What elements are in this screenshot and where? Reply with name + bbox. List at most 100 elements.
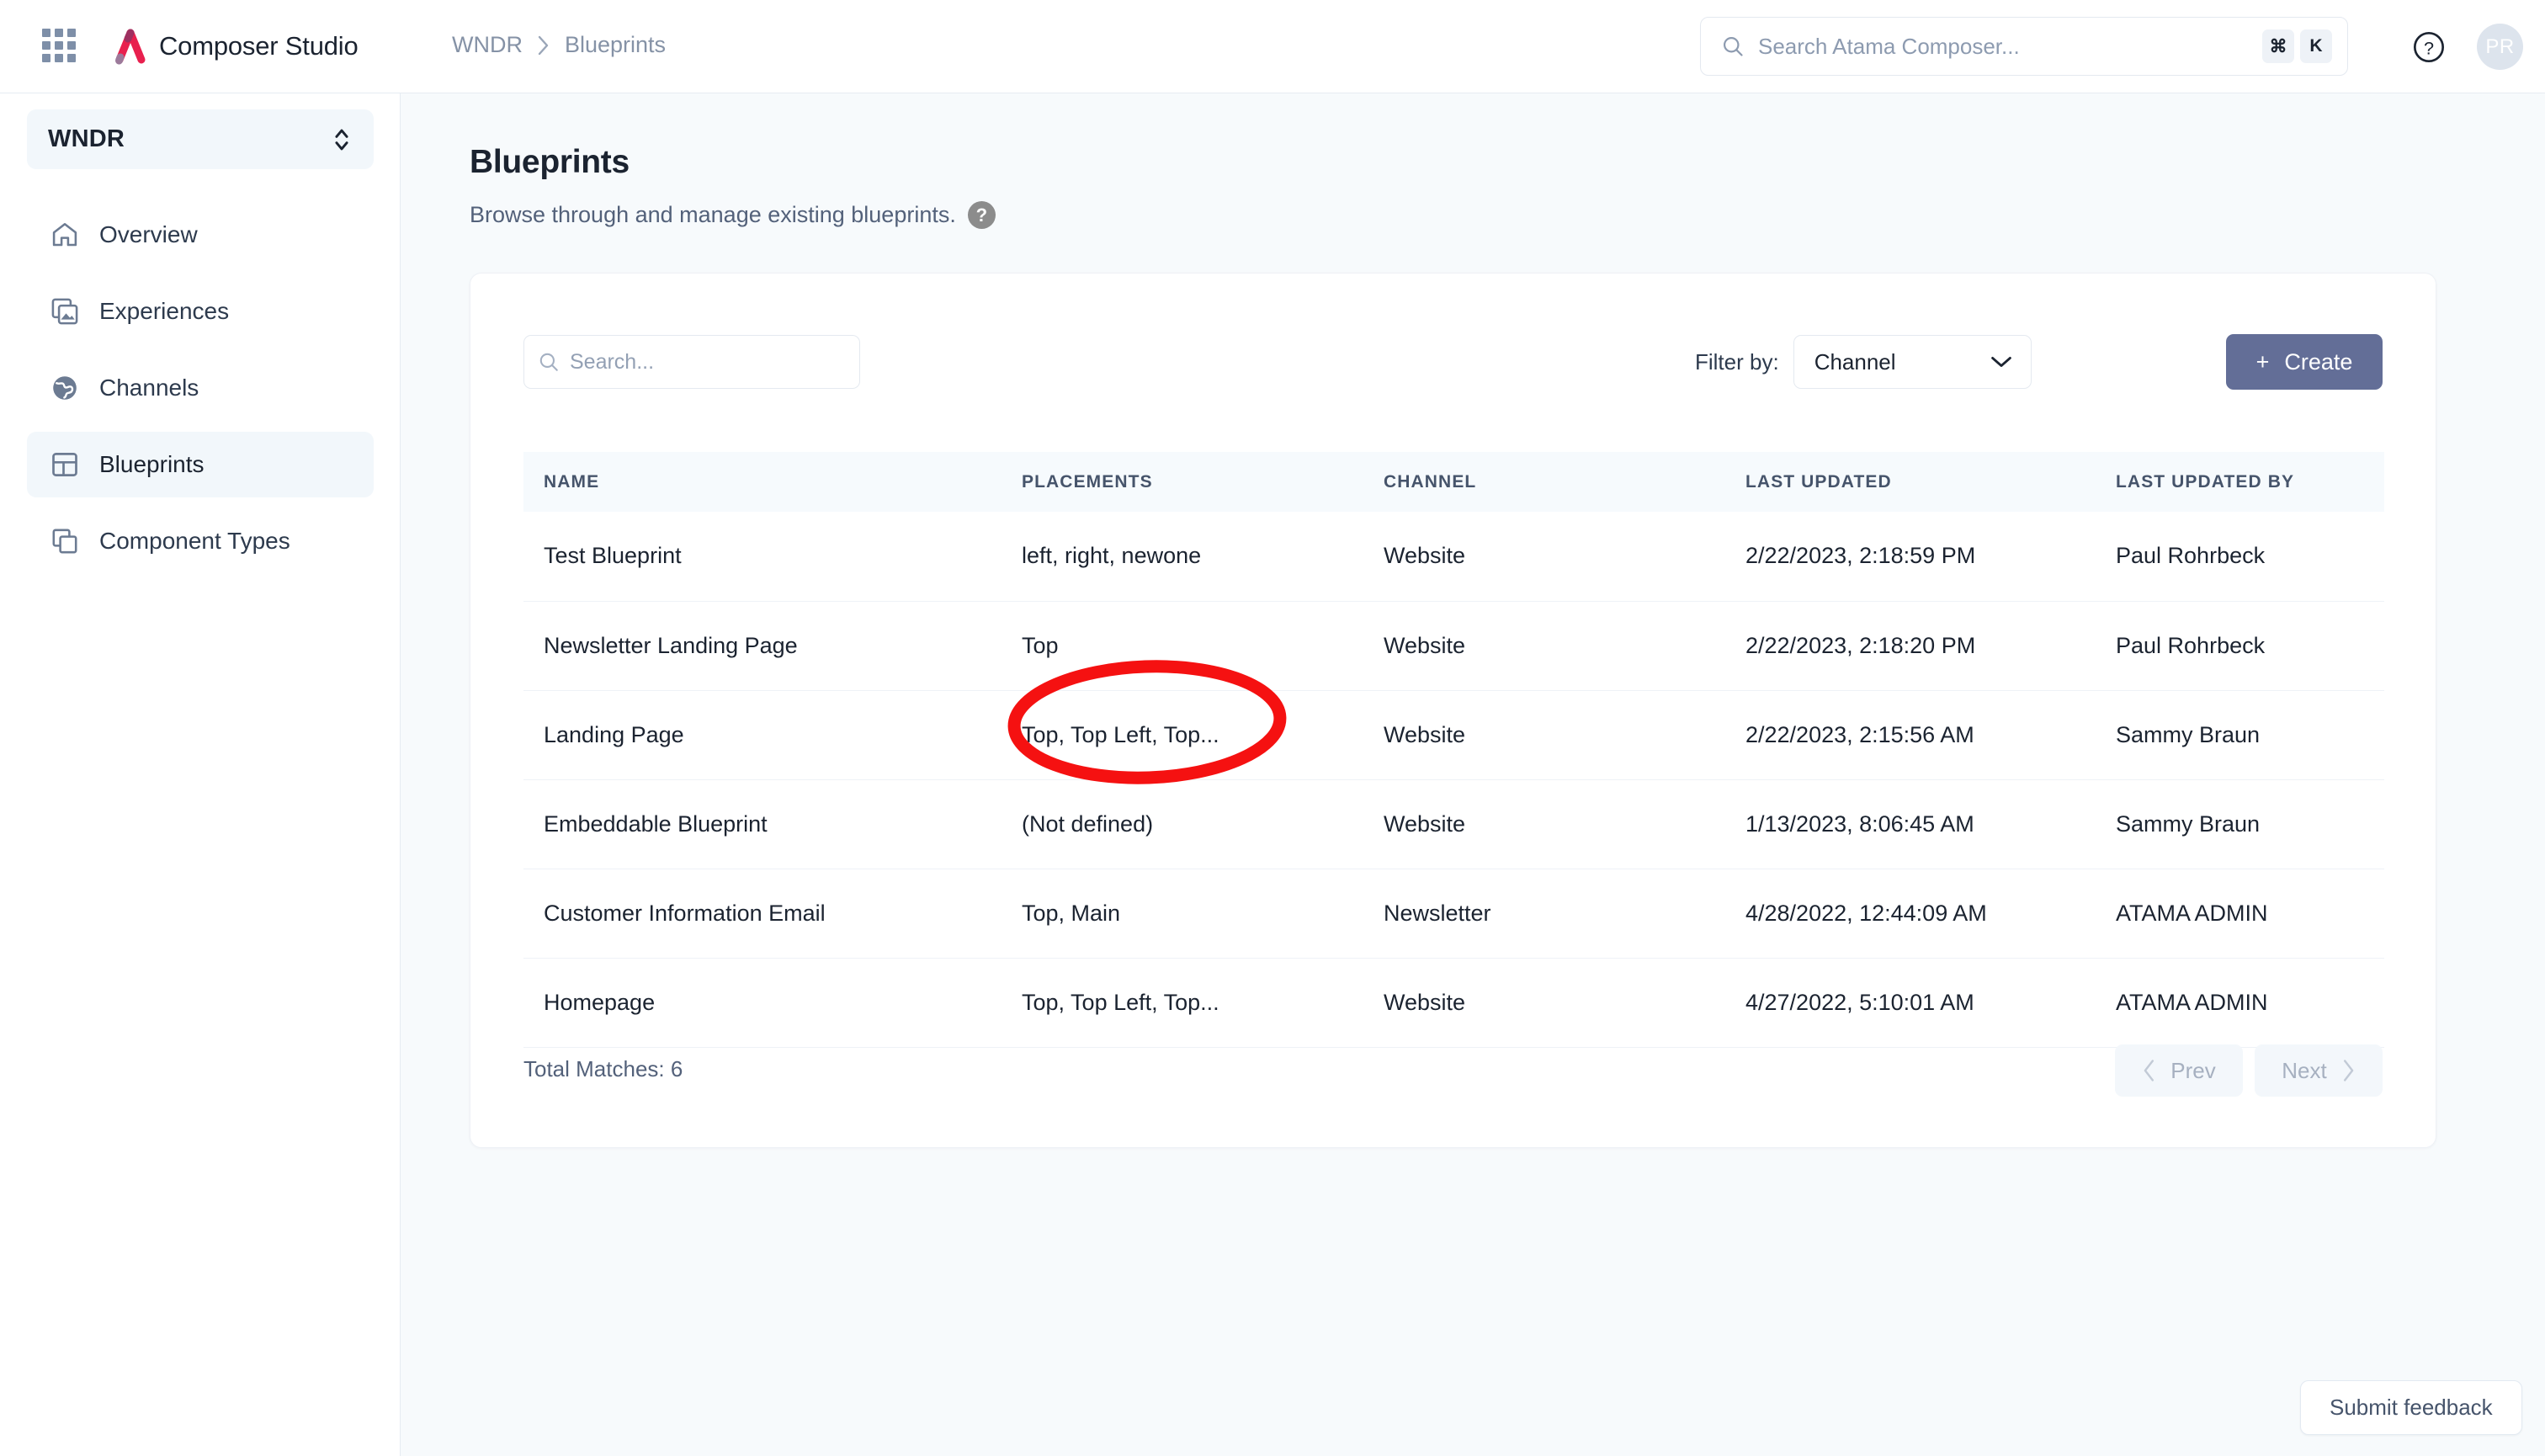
chevron-down-icon <box>1990 357 2011 367</box>
table-row[interactable]: Customer Information Email Top, Main New… <box>523 869 2384 959</box>
cell-channel: Newsletter <box>1363 869 1725 959</box>
blueprints-table: NAME PLACEMENTS CHANNEL LAST UPDATED LAS… <box>523 452 2384 1048</box>
cell-placements: Top <box>1002 601 1363 691</box>
apps-grid-dot <box>55 29 63 37</box>
cell-name[interactable]: Customer Information Email <box>523 869 1002 959</box>
sidebar-nav: Overview Experiences Channels Blueprints… <box>27 202 374 585</box>
apps-grid-dot <box>55 41 63 50</box>
table-row[interactable]: Landing Page Top, Top Left, Top... Websi… <box>523 690 2384 780</box>
create-button[interactable]: + Create <box>2226 334 2383 390</box>
cell-name[interactable]: Embeddable Blueprint <box>523 779 1002 869</box>
sidebar-item-component-types[interactable]: Component Types <box>27 508 374 574</box>
cell-placements: Top, Main <box>1002 869 1363 959</box>
breadcrumb-item-blueprints[interactable]: Blueprints <box>565 32 666 58</box>
copy-icon <box>47 523 82 559</box>
cell-name[interactable]: Landing Page <box>523 690 1002 780</box>
total-matches: Total Matches: 6 <box>523 1056 683 1081</box>
cell-name[interactable]: Test Blueprint <box>523 512 1002 602</box>
search-icon <box>1723 36 1743 56</box>
column-header-placements[interactable]: PLACEMENTS <box>1002 452 1363 512</box>
sidebar-item-label: Component Types <box>99 528 290 554</box>
cell-last-updated: 2/22/2023, 2:15:56 AM <box>1725 690 2096 780</box>
next-page-label: Next <box>2282 1057 2327 1083</box>
table-row[interactable]: Test Blueprint left, right, newone Websi… <box>523 512 2384 602</box>
cell-last-updated: 2/22/2023, 2:18:20 PM <box>1725 601 2096 691</box>
table-row[interactable]: Newsletter Landing Page Top Website 2/22… <box>523 601 2384 691</box>
page-description: Browse through and manage existing bluep… <box>470 201 996 229</box>
breadcrumb-item-wndr[interactable]: WNDR <box>452 32 523 58</box>
brand-name: Composer Studio <box>159 31 359 61</box>
global-search[interactable]: ⌘ K <box>1700 17 2348 76</box>
cell-placements: left, right, newone <box>1002 512 1363 602</box>
cell-name[interactable]: Newsletter Landing Page <box>523 601 1002 691</box>
shortcut-k-key[interactable]: K <box>2300 29 2332 63</box>
column-header-name[interactable]: NAME <box>523 452 1002 512</box>
cell-placements: Top, Top Left, Top... <box>1002 690 1363 780</box>
page-title: Blueprints <box>470 144 630 180</box>
table-footer: Total Matches: 6 Prev Next <box>470 1004 2436 1147</box>
apps-grid-dot <box>42 29 50 37</box>
org-name: WNDR <box>48 125 125 152</box>
globe-icon <box>47 370 82 406</box>
cell-last-updated: 1/13/2023, 8:06:45 AM <box>1725 779 2096 869</box>
cell-last-updated-by: ATAMA ADMIN <box>2096 869 2384 959</box>
blueprints-card: Filter by: Channel + Create NAME PLACEME… <box>470 273 2436 1148</box>
prev-page-button[interactable]: Prev <box>2115 1044 2243 1097</box>
help-circle-icon[interactable]: ? <box>967 201 996 229</box>
filter-control: Filter by: Channel <box>1695 335 2032 389</box>
table-header-row: NAME PLACEMENTS CHANNEL LAST UPDATED LAS… <box>523 452 2384 512</box>
apps-grid-dot <box>67 29 76 37</box>
brand[interactable]: Composer Studio <box>103 17 359 76</box>
cell-last-updated-by: Paul Rohrbeck <box>2096 601 2384 691</box>
shortcut-cmd-key[interactable]: ⌘ <box>2262 29 2294 63</box>
apps-grid-dot <box>42 54 50 62</box>
table-search[interactable] <box>523 335 860 389</box>
apps-grid-dot <box>42 41 50 50</box>
column-header-last-updated-by[interactable]: LAST UPDATED BY <box>2096 452 2384 512</box>
sidebar-item-experiences[interactable]: Experiences <box>27 279 374 344</box>
filter-label: Filter by: <box>1695 348 1779 375</box>
cell-last-updated: 4/28/2022, 12:44:09 AM <box>1725 869 2096 959</box>
cell-channel: Website <box>1363 690 1725 780</box>
layout-icon <box>47 447 82 482</box>
chevron-right-icon <box>2343 1060 2354 1081</box>
column-header-last-updated[interactable]: LAST UPDATED <box>1725 452 2096 512</box>
apps-grid-dot <box>67 41 76 50</box>
apps-grid-dot <box>55 54 63 62</box>
search-icon <box>539 353 558 371</box>
atama-logo-icon <box>115 29 146 65</box>
cell-channel: Website <box>1363 779 1725 869</box>
chevron-left-icon <box>2144 1060 2154 1081</box>
table-header: NAME PLACEMENTS CHANNEL LAST UPDATED LAS… <box>523 452 2384 512</box>
table-toolbar: Filter by: Channel + Create <box>470 274 2436 412</box>
table-search-input[interactable] <box>570 349 846 375</box>
apps-grid-icon[interactable] <box>41 28 77 63</box>
global-search-input[interactable] <box>1758 33 2256 60</box>
table-row[interactable]: Embeddable Blueprint (Not defined) Websi… <box>523 779 2384 869</box>
avatar[interactable]: PR <box>2477 24 2523 70</box>
images-icon <box>47 294 82 329</box>
page-description-text: Browse through and manage existing bluep… <box>470 202 956 227</box>
column-header-channel[interactable]: CHANNEL <box>1363 452 1725 512</box>
sidebar-item-label: Experiences <box>99 298 230 324</box>
cell-channel: Website <box>1363 601 1725 691</box>
breadcrumb: WNDR Blueprints <box>452 32 666 58</box>
cell-last-updated-by: Sammy Braun <box>2096 779 2384 869</box>
org-switcher[interactable]: WNDR <box>27 109 374 169</box>
filter-select[interactable]: Channel <box>1793 335 2032 389</box>
question-circle-icon[interactable]: ? <box>2412 30 2446 64</box>
sidebar-item-channels[interactable]: Channels <box>27 355 374 421</box>
home-icon <box>47 217 82 252</box>
filter-select-value: Channel <box>1814 348 1896 375</box>
prev-page-label: Prev <box>2170 1057 2216 1083</box>
submit-feedback-button[interactable]: Submit feedback <box>2300 1380 2522 1435</box>
cell-channel: Website <box>1363 512 1725 602</box>
cell-last-updated: 2/22/2023, 2:18:59 PM <box>1725 512 2096 602</box>
next-page-button[interactable]: Next <box>2255 1044 2383 1097</box>
sidebar-item-label: Overview <box>99 221 198 247</box>
sidebar-item-blueprints[interactable]: Blueprints <box>27 432 374 497</box>
cell-last-updated-by: Sammy Braun <box>2096 690 2384 780</box>
sidebar-item-overview[interactable]: Overview <box>27 202 374 268</box>
submit-feedback-label: Submit feedback <box>2330 1395 2493 1420</box>
svg-text:?: ? <box>2424 37 2434 58</box>
